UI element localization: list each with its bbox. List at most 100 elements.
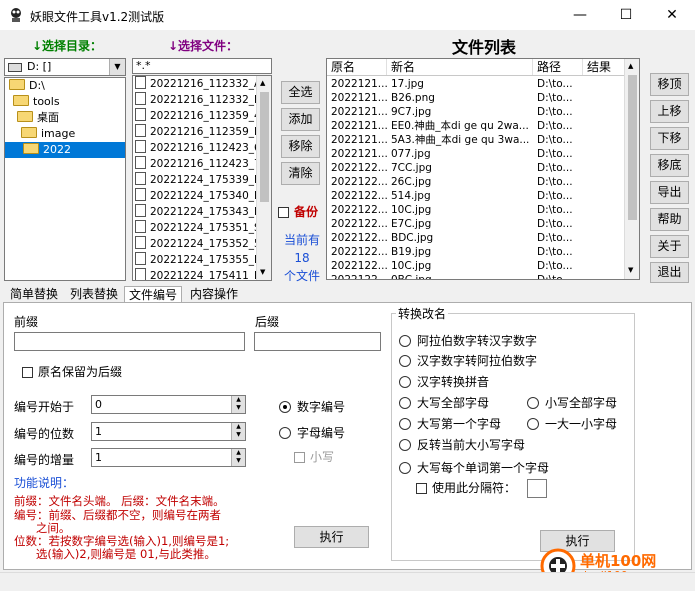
clear-button[interactable]: 清除 — [281, 162, 320, 185]
add-button[interactable]: 添加 — [281, 108, 320, 131]
column-header-original[interactable]: 原名 — [327, 59, 387, 75]
table-row[interactable]: 2022122... 10C.jpg D:\to... — [327, 259, 625, 273]
table-row[interactable]: 2022121... B26.png D:\to... — [327, 91, 625, 105]
opt-upper-all[interactable]: 大写全部字母 — [399, 393, 489, 413]
table-row[interactable]: 2022122... 514.jpg D:\to... — [327, 189, 625, 203]
file-list-item[interactable]: 20221216_112359_4 — [133, 108, 257, 124]
column-header-path[interactable]: 路径 — [533, 59, 583, 75]
letter-mode-radio[interactable]: 字母编号 — [279, 423, 345, 443]
exit-button[interactable]: 退出 — [650, 262, 689, 283]
file-list-item[interactable]: 20221216_112332_A — [133, 76, 257, 92]
opt-invert-case[interactable]: 反转当前大小写字母 — [399, 435, 525, 455]
table-row[interactable]: 2022122... 7CC.jpg D:\to... — [327, 161, 625, 175]
help-button[interactable]: 帮助 — [650, 208, 689, 231]
lowercase-checkbox[interactable]: 小写 — [294, 447, 334, 467]
tab-simple-replace[interactable]: 简单替换 — [6, 286, 62, 303]
chevron-down-icon[interactable]: ▼ — [109, 59, 125, 75]
file-list-item[interactable]: 20221224_175355_D — [133, 252, 257, 268]
move-bottom-button[interactable]: 移底 — [650, 154, 689, 177]
opt-lower-all[interactable]: 小写全部字母 — [527, 393, 617, 413]
tree-item-tools[interactable]: tools — [5, 94, 125, 110]
tab-list-replace[interactable]: 列表替换 — [66, 286, 122, 303]
table-row[interactable]: 2022122... 26C.jpg D:\to... — [327, 175, 625, 189]
stepper-arrows-icon[interactable]: ▲ ▼ — [231, 449, 245, 466]
table-row[interactable]: 2022122... E7C.jpg D:\to... — [327, 217, 625, 231]
opt-pinyin[interactable]: 汉字转换拼音 — [399, 372, 489, 392]
stepper-arrows-icon[interactable]: ▲ ▼ — [231, 396, 245, 413]
start-stepper[interactable]: 0 ▲ ▼ — [91, 395, 246, 414]
convert-group-title: 转换改名 — [396, 305, 449, 322]
stepper-arrows-icon[interactable]: ▲ ▼ — [231, 423, 245, 440]
separator-input[interactable] — [527, 479, 547, 498]
file-list-item[interactable]: 20221224_175339_E — [133, 172, 257, 188]
table-row[interactable]: 2022121... 077.jpg D:\to... — [327, 147, 625, 161]
scroll-thumb[interactable] — [628, 75, 637, 220]
table-row[interactable]: 2022121... 5A3.神曲_本di ge qu 3wa... D:\to..… — [327, 133, 625, 147]
opt-upper-each-word[interactable]: 大写每个单词第一个字母 — [399, 458, 549, 478]
file-list-item[interactable]: 20221216_112332_D — [133, 92, 257, 108]
file-list-item[interactable]: 20221216_112423_6 — [133, 140, 257, 156]
scroll-thumb[interactable] — [260, 92, 269, 202]
file-list-item[interactable]: 20221224_175351_S — [133, 220, 257, 236]
table-row[interactable]: 2022121... 9C7.jpg D:\to... — [327, 105, 625, 119]
scroll-down-icon[interactable]: ▼ — [628, 266, 633, 274]
numbering-execute-button[interactable]: 执行 — [294, 526, 369, 548]
opt-upper-first[interactable]: 大写第一个字母 — [399, 414, 501, 434]
export-button[interactable]: 导出 — [650, 181, 689, 204]
cell-new-name: 17.jpg — [391, 78, 424, 90]
close-button[interactable]: ✕ — [649, 0, 695, 30]
scroll-up-icon[interactable]: ▲ — [260, 79, 265, 87]
tree-item-2022[interactable]: 2022 — [5, 142, 125, 158]
digits-stepper[interactable]: 1 ▲ ▼ — [91, 422, 246, 441]
move-up-button[interactable]: 上移 — [650, 100, 689, 123]
cell-new-name: 26C.jpg — [391, 176, 432, 188]
scroll-up-icon[interactable]: ▲ — [628, 62, 633, 70]
file-list-scrollbar[interactable]: ▲ ▼ — [256, 76, 271, 280]
tree-item-desktop[interactable]: 桌面 — [5, 110, 125, 126]
table-row[interactable]: 2022121... 17.jpg D:\to... — [327, 77, 625, 91]
drive-select[interactable]: D: [] ▼ — [4, 58, 126, 76]
minimize-button[interactable]: — — [557, 0, 603, 30]
use-separator-checkbox[interactable]: 使用此分隔符： — [416, 478, 516, 498]
table-row[interactable]: 2022121... EE0.神曲_本di ge qu 2wa... D:\to..… — [327, 119, 625, 133]
keep-name-checkbox[interactable]: 原名保留为后缀 — [22, 363, 122, 380]
file-list-item[interactable]: 20221224_175411_F — [133, 268, 257, 280]
file-list-item[interactable]: 20221216_112359_E — [133, 124, 257, 140]
digit-mode-radio[interactable]: 数字编号 — [279, 397, 345, 417]
file-table-scrollbar[interactable]: ▲ ▼ — [624, 59, 639, 279]
directory-tree[interactable]: D:\ tools 桌面 image 2022 — [4, 77, 126, 281]
prefix-input[interactable] — [14, 332, 245, 351]
move-down-button[interactable]: 下移 — [650, 127, 689, 150]
table-row[interactable]: 2022122... BDC.jpg D:\to... — [327, 231, 625, 245]
scroll-down-icon[interactable]: ▼ — [260, 268, 265, 276]
file-list-item[interactable]: 20221224_175340_E — [133, 188, 257, 204]
column-header-result[interactable]: 结果 — [583, 59, 625, 75]
checkbox-box — [416, 483, 427, 494]
file-list-item[interactable]: 20221224_175352_5 — [133, 236, 257, 252]
file-filter-input[interactable]: *.* — [132, 58, 272, 74]
tab-file-numbering[interactable]: 文件编号 — [124, 286, 183, 303]
file-listbox[interactable]: 20221216_112332_A 20221216_112332_D 202212… — [132, 75, 272, 281]
table-row[interactable]: 2022122... B19.jpg D:\to... — [327, 245, 625, 259]
backup-checkbox[interactable]: 备份 — [278, 203, 318, 220]
tree-item-image[interactable]: image — [5, 126, 125, 142]
table-row[interactable]: 2022122... 10C.jpg D:\to... — [327, 203, 625, 217]
column-header-new-name[interactable]: 新名 — [387, 59, 533, 75]
minimize-icon: — — [573, 7, 587, 23]
file-table[interactable]: 原名 新名 路径 结果 2022121... 17.jpg D:\to... 2022… — [326, 58, 640, 280]
select-all-button[interactable]: 全选 — [281, 81, 320, 104]
remove-button[interactable]: 移除 — [281, 135, 320, 158]
tab-content-ops[interactable]: 内容操作 — [186, 286, 242, 303]
maximize-button[interactable]: ☐ — [603, 0, 649, 30]
file-list-item[interactable]: 20221224_175343_E — [133, 204, 257, 220]
file-list-item[interactable]: 20221216_112423_7 — [133, 156, 257, 172]
move-top-button[interactable]: 移顶 — [650, 73, 689, 96]
opt-alternate-case[interactable]: 一大一小字母 — [527, 414, 617, 434]
table-row[interactable]: 2022122... 0BC.jpg D:\to... — [327, 273, 625, 279]
suffix-input[interactable] — [254, 332, 381, 351]
opt-arabic-to-chinese[interactable]: 阿拉伯数字转汉字数字 — [399, 331, 537, 351]
opt-chinese-to-arabic[interactable]: 汉字数字转阿拉伯数字 — [399, 351, 537, 371]
tree-item-d-drive[interactable]: D:\ — [5, 78, 125, 94]
about-button[interactable]: 关于 — [650, 235, 689, 258]
increment-stepper[interactable]: 1 ▲ ▼ — [91, 448, 246, 467]
